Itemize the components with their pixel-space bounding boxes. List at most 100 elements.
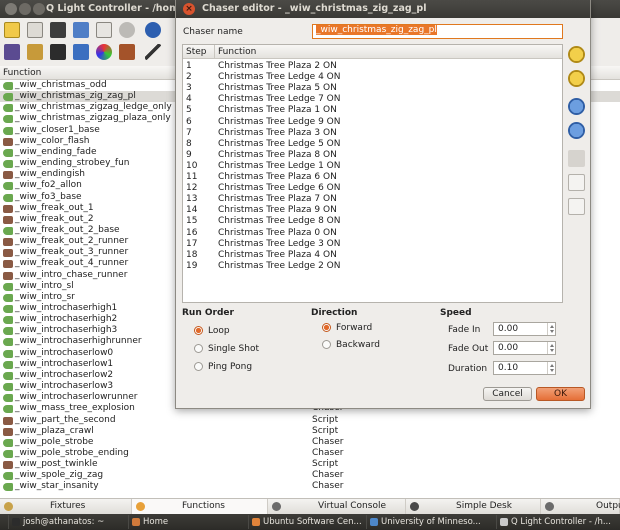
search-icon[interactable] xyxy=(119,22,135,38)
step-row[interactable]: 13 Christmas Tree Plaza 7 ON xyxy=(183,194,562,205)
taskbar-item[interactable]: Ubuntu Software Cen... xyxy=(248,515,364,529)
duration-stepper[interactable] xyxy=(547,362,555,374)
step-row[interactable]: 10 Christmas Tree Ledge 1 ON xyxy=(183,161,562,172)
step-row[interactable]: 2 Christmas Tree Ledge 4 ON xyxy=(183,72,562,83)
step-row[interactable]: 11 Christmas Tree Plaza 6 ON xyxy=(183,172,562,183)
function-list-item[interactable]: _wiw_part_the_second Script xyxy=(0,415,620,426)
taskbar-item[interactable]: University of Minneso... xyxy=(366,515,494,529)
function-column-header[interactable]: Function xyxy=(218,47,256,57)
forward-label[interactable]: Forward xyxy=(336,323,372,333)
function-list-item[interactable]: _wiw_pole_strobe_ending Chaser xyxy=(0,448,620,459)
new-scene-icon[interactable] xyxy=(27,22,43,38)
step-row[interactable]: 16 Christmas Tree Plaza 0 ON xyxy=(183,228,562,239)
backward-label[interactable]: Backward xyxy=(336,340,380,350)
step-row[interactable]: 1 Christmas Tree Plaza 2 ON xyxy=(183,61,562,72)
move-up-icon[interactable] xyxy=(568,98,585,115)
taskbar-item[interactable]: josh@athanatos: ~ xyxy=(8,515,124,529)
single-shot-label[interactable]: Single Shot xyxy=(208,344,259,354)
color-wheel-icon[interactable] xyxy=(96,44,112,60)
maximize-icon[interactable] xyxy=(33,3,45,15)
add-step-icon[interactable] xyxy=(568,46,585,63)
forward-radio[interactable] xyxy=(322,323,331,332)
step-number: 7 xyxy=(186,127,192,138)
move-down-icon[interactable] xyxy=(568,122,585,139)
ping-pong-label[interactable]: Ping Pong xyxy=(208,362,252,372)
step-row[interactable]: 17 Christmas Tree Ledge 3 ON xyxy=(183,238,562,250)
new-function-icon[interactable] xyxy=(4,22,20,38)
software-center-icon xyxy=(252,518,260,526)
fade-in-spinbox[interactable]: 0.00 xyxy=(493,322,556,336)
function-column-header[interactable]: Function xyxy=(3,68,41,78)
close-icon[interactable] xyxy=(5,3,17,15)
step-row[interactable]: 9 Christmas Tree Plaza 8 ON xyxy=(183,150,562,161)
step-number: 14 xyxy=(186,205,198,216)
step-row[interactable]: 18 Christmas Tree Plaza 4 ON xyxy=(183,250,562,261)
book-icon[interactable] xyxy=(119,44,135,60)
new-collection-icon[interactable] xyxy=(96,22,112,38)
step-row[interactable]: 6 Christmas Tree Ledge 9 ON xyxy=(183,116,562,128)
duration-spinbox[interactable]: 0.10 xyxy=(493,361,556,375)
cancel-button[interactable]: Cancel xyxy=(483,387,532,401)
tab-label: Outpu xyxy=(596,501,620,511)
fade-in-stepper[interactable] xyxy=(547,323,555,335)
function-list-item[interactable]: _wiw_post_twinkle Script xyxy=(0,459,620,470)
close-icon[interactable]: × xyxy=(183,3,195,15)
function-list-item[interactable]: _wiw_star_insanity Chaser xyxy=(0,481,620,492)
chaser-name-value: _wiw_christmas_zig_zag_pl xyxy=(316,25,437,35)
chaser-icon xyxy=(3,293,13,302)
wand-icon[interactable] xyxy=(145,44,161,60)
chaser-icon xyxy=(3,338,13,347)
fade-out-spinbox[interactable]: 0.00 xyxy=(493,341,556,355)
taskbar-item[interactable]: Q Light Controller - /h... xyxy=(496,515,620,529)
step-row[interactable]: 7 Christmas Tree Plaza 3 ON xyxy=(183,127,562,139)
info-icon[interactable] xyxy=(145,22,161,38)
new-efx-icon[interactable] xyxy=(73,22,89,38)
chaser-icon xyxy=(3,182,13,191)
step-row[interactable]: 15 Christmas Tree Ledge 8 ON xyxy=(183,216,562,227)
ping-pong-radio[interactable] xyxy=(194,362,203,371)
loop-radio[interactable] xyxy=(194,326,203,335)
chaser-name-input[interactable]: _wiw_christmas_zig_zag_pl xyxy=(312,24,563,39)
step-row[interactable]: 14 Christmas Tree Plaza 9 ON xyxy=(183,205,562,216)
chaser-icon xyxy=(3,472,13,481)
step-row[interactable]: 4 Christmas Tree Ledge 7 ON xyxy=(183,94,562,105)
fade-in-value: 0.00 xyxy=(498,324,519,334)
steps-table[interactable]: Step Function 1 Christmas Tree Plaza 2 ON… xyxy=(182,44,563,303)
backward-radio[interactable] xyxy=(322,340,331,349)
function-list-item[interactable]: _wiw_spole_zig_zag Chaser xyxy=(0,470,620,481)
ok-button[interactable]: OK xyxy=(536,387,585,401)
step-row[interactable]: 19 Christmas Tree Ledge 2 ON xyxy=(183,261,562,272)
save-icon[interactable] xyxy=(50,44,66,60)
tab-simple-desk[interactable]: Simple Desk xyxy=(406,499,541,515)
tab-virtual-console[interactable]: Virtual Console xyxy=(268,499,406,515)
layout-icon[interactable] xyxy=(73,44,89,60)
chaser-icon xyxy=(3,226,13,235)
step-row[interactable]: 5 Christmas Tree Plaza 1 ON xyxy=(183,105,562,116)
single-shot-radio[interactable] xyxy=(194,344,203,353)
step-row[interactable]: 12 Christmas Tree Ledge 6 ON xyxy=(183,183,562,194)
clone-icon[interactable] xyxy=(27,44,43,60)
function-name: _wiw_color_flash xyxy=(15,135,90,146)
edit-icon[interactable] xyxy=(4,44,20,60)
tab-fixtures[interactable]: Fixtures xyxy=(0,499,132,515)
tab-functions[interactable]: Functions xyxy=(132,499,268,515)
taskbar-item[interactable]: Home xyxy=(128,515,246,529)
step-number: 17 xyxy=(186,238,198,249)
fade-out-stepper[interactable] xyxy=(547,342,555,354)
cut-icon[interactable] xyxy=(568,150,585,167)
step-number: 13 xyxy=(186,194,198,205)
minimize-icon[interactable] xyxy=(19,3,31,15)
tab-label: Simple Desk xyxy=(456,501,512,511)
remove-step-icon[interactable] xyxy=(568,70,585,87)
function-list-item[interactable]: _wiw_pole_strobe Chaser xyxy=(0,437,620,448)
loop-label[interactable]: Loop xyxy=(208,326,230,336)
step-row[interactable]: 8 Christmas Tree Ledge 5 ON xyxy=(183,139,562,150)
new-chaser-icon[interactable] xyxy=(50,22,66,38)
step-row[interactable]: 3 Christmas Tree Plaza 5 ON xyxy=(183,83,562,94)
copy-icon[interactable] xyxy=(568,174,585,191)
tab-outpu[interactable]: Outpu xyxy=(541,499,620,515)
function-list-item[interactable]: _wiw_plaza_crawl Script xyxy=(0,426,620,437)
step-number: 6 xyxy=(186,116,192,127)
step-column-header[interactable]: Step xyxy=(186,47,207,57)
paste-icon[interactable] xyxy=(568,198,585,215)
